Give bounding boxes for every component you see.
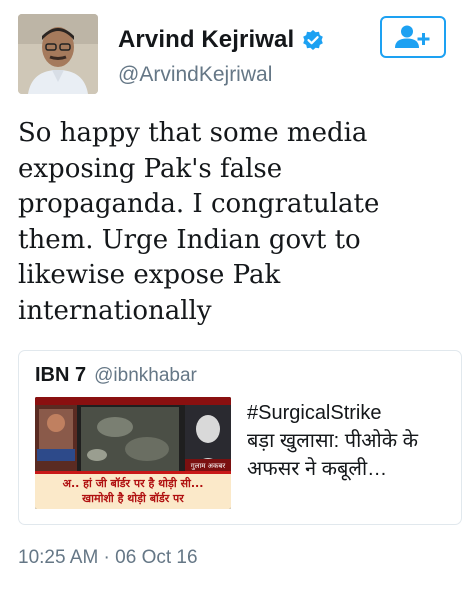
quoted-tweet-text: #SurgicalStrike बड़ा खुलासा: पीओके के अफ…: [247, 399, 457, 483]
verified-badge-icon: [302, 29, 324, 51]
quoted-author-handle: @ibnkhabar: [94, 365, 197, 386]
tweet-timestamp[interactable]: 10:25 AM · 06 Oct 16: [18, 547, 198, 569]
quoted-tweet-card[interactable]: IBN 7 @ibnkhabar अ.. हां जी बॉर्डर पर है…: [18, 350, 462, 525]
avatar-photo: [18, 14, 98, 94]
thumbnail-caption-line1: अ.. हां जी बॉर्डर पर है थोड़ी सी...: [63, 476, 204, 490]
author-name-row: Arvind Kejriwal: [118, 26, 324, 54]
quoted-author-name: IBN 7: [35, 364, 87, 386]
quoted-tweet-body: बड़ा खुलासा: पीओके के अफसर ने कबूली…: [247, 430, 419, 480]
add-user-icon: [395, 25, 430, 48]
follow-button[interactable]: [380, 16, 446, 58]
quoted-tweet-header: IBN 7 @ibnkhabar: [35, 364, 197, 387]
video-thumbnail-image: अ.. हां जी बॉर्डर पर है थोड़ी सी... खामो…: [35, 397, 231, 509]
author-name[interactable]: Arvind Kejriwal: [118, 26, 294, 54]
tweet-text: So happy that some media exposing Pak's …: [18, 118, 380, 326]
thumbnail-name-tag: गुलाम अकबर: [191, 462, 226, 470]
quoted-tweet-thumbnail[interactable]: अ.. हां जी बॉर्डर पर है थोड़ी सी... खामो…: [35, 397, 231, 509]
thumbnail-caption-line2: खामोशी है थोड़ी बॉर्डर पर: [81, 491, 184, 505]
author-avatar[interactable]: [18, 14, 98, 94]
quoted-tweet-hashtag[interactable]: #SurgicalStrike: [247, 399, 457, 427]
author-handle[interactable]: @ArvindKejriwal: [118, 63, 272, 87]
